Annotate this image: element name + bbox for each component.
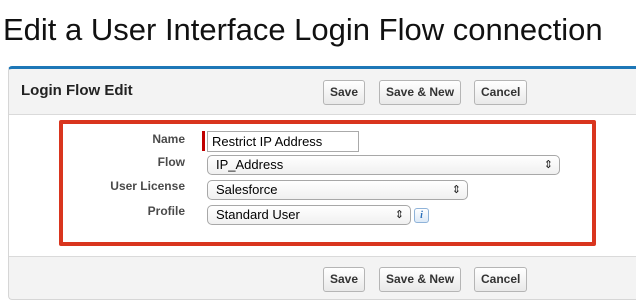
panel-header: Login Flow Edit Save Save & New Cancel [9, 69, 636, 113]
cancel-button-bottom[interactable]: Cancel [474, 267, 528, 292]
cancel-button-top[interactable]: Cancel [474, 80, 528, 105]
save-button-top[interactable]: Save [323, 80, 366, 105]
login-flow-edit-panel: Login Flow Edit Save Save & New Cancel N… [8, 66, 636, 300]
panel-title: Login Flow Edit [21, 82, 133, 99]
save-and-new-button-top[interactable]: Save & New [379, 80, 462, 105]
save-button-bottom[interactable]: Save [323, 267, 366, 292]
page-title: Edit a User Interface Login Flow connect… [3, 12, 603, 47]
footer-divider [9, 256, 636, 257]
save-and-new-button-bottom[interactable]: Save & New [379, 267, 462, 292]
highlight-annotation-box [59, 120, 596, 246]
